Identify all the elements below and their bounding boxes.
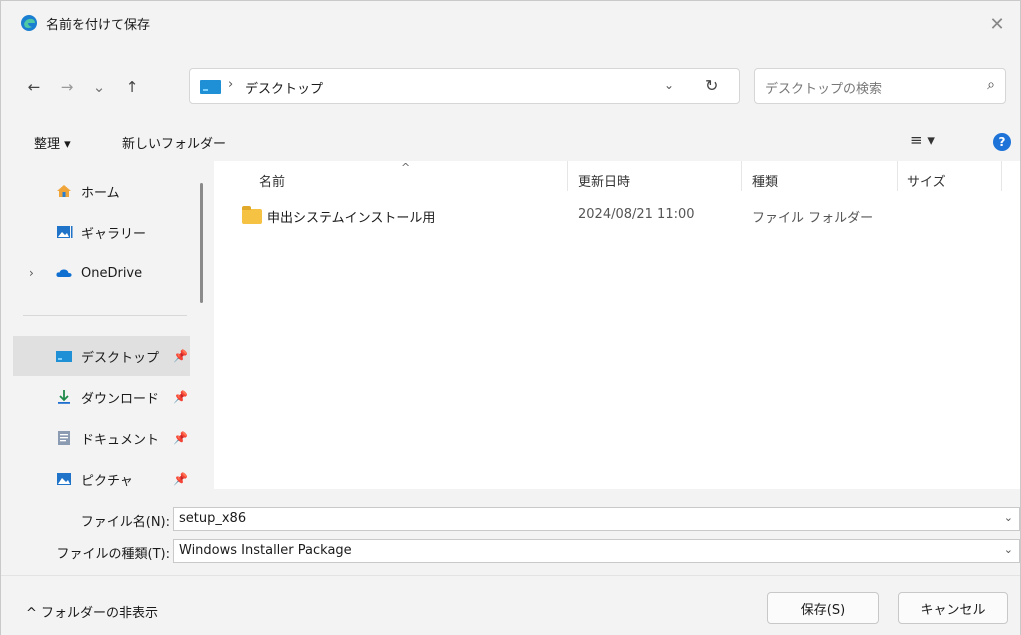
arrow-left-icon: ← <box>27 78 41 96</box>
breadcrumb-desktop[interactable]: デスクトップ <box>245 78 323 97</box>
title-bar: 名前を付けて保存 ✕ <box>1 1 1020 47</box>
close-icon: ✕ <box>989 13 1005 35</box>
back-button[interactable]: ← <box>22 75 46 99</box>
forward-button[interactable]: → <box>55 75 79 99</box>
nav-divider <box>23 315 187 316</box>
navigation-pane: ホーム ギャラリー › OneDrive デスクトップ 📌 ダウンロード 📌 ド… <box>1 161 212 489</box>
search-input[interactable]: デスクトップの検索 <box>765 78 882 97</box>
help-icon[interactable]: ? <box>993 133 1011 151</box>
refresh-icon[interactable]: ↻ <box>705 76 718 95</box>
pin-icon: 📌 <box>173 349 188 363</box>
document-icon <box>58 431 70 445</box>
arrow-right-icon: → <box>60 78 74 96</box>
desktop-icon <box>56 351 72 362</box>
column-header-type[interactable]: 種類 <box>752 171 778 190</box>
filetype-label: ファイルの種類(T): <box>56 547 170 562</box>
close-button[interactable]: ✕ <box>974 1 1020 47</box>
save-button[interactable]: 保存(S) <box>767 592 879 624</box>
new-folder-button[interactable]: 新しいフォルダー <box>122 133 226 152</box>
chevron-down-icon: ⌄ <box>92 78 106 96</box>
view-options-button[interactable]: ≡ ▾ <box>910 131 935 149</box>
nav-item-label: デスクトップ <box>81 350 160 366</box>
column-separator[interactable] <box>897 161 898 191</box>
cloud-icon <box>56 269 72 277</box>
file-name: 申出システムインストール用 <box>267 211 436 226</box>
edge-icon <box>21 15 37 31</box>
nav-item-downloads[interactable]: ダウンロード 📌 <box>13 377 190 417</box>
filetype-select[interactable]: Windows Installer Package ⌄ <box>173 539 1020 563</box>
column-separator[interactable] <box>741 161 742 191</box>
filename-label: ファイル名(N): <box>80 515 170 530</box>
column-separator[interactable] <box>1001 161 1002 191</box>
window-title: 名前を付けて保存 <box>46 18 151 33</box>
filename-value[interactable]: setup_x86 <box>179 511 246 526</box>
save-as-dialog: 名前を付けて保存 ✕ ← → ⌄ ↑ › デスクトップ ⌄ ↻ デスクトップの検… <box>0 0 1021 635</box>
nav-item-label: OneDrive <box>81 265 143 281</box>
gallery-icon <box>57 226 73 238</box>
pin-icon: 📌 <box>173 431 188 445</box>
cancel-button[interactable]: キャンセル <box>898 592 1008 624</box>
nav-item-label: ギャラリー <box>81 226 147 242</box>
search-icon[interactable]: ⌕ <box>987 77 995 93</box>
breadcrumb-separator: › <box>228 77 234 92</box>
arrow-up-icon: ↑ <box>125 78 139 96</box>
nav-item-home[interactable]: ホーム <box>13 171 190 211</box>
nav-scrollbar[interactable] <box>200 183 203 303</box>
file-list: ^ 名前 更新日時 種類 サイズ 申出システムインストール用 2024/08/2… <box>214 161 1020 489</box>
nav-item-label: ダウンロード <box>81 391 160 407</box>
nav-item-label: ドキュメント <box>81 432 160 448</box>
organize-button[interactable]: 整理 ▾ <box>34 133 71 152</box>
sort-ascending-icon: ^ <box>401 161 411 174</box>
navigation-bar: ← → ⌄ ↑ › デスクトップ ⌄ ↻ デスクトップの検索 ⌕ <box>1 56 1020 116</box>
up-button[interactable]: ↑ <box>120 75 144 99</box>
nav-item-gallery[interactable]: ギャラリー <box>13 212 190 252</box>
desktop-icon <box>200 80 221 94</box>
column-header-name[interactable]: 名前 <box>259 171 285 190</box>
table-row[interactable]: 申出システムインストール用 2024/08/21 11:00 ファイル フォルダ… <box>228 201 1008 231</box>
filetype-value[interactable]: Windows Installer Package <box>179 543 352 558</box>
search-box[interactable]: デスクトップの検索 ⌕ <box>754 68 1006 104</box>
address-dropdown-icon[interactable]: ⌄ <box>664 78 674 92</box>
nav-item-label: ホーム <box>81 185 120 201</box>
pin-icon: 📌 <box>173 390 188 404</box>
pin-icon: 📌 <box>173 472 188 486</box>
nav-item-label: ピクチャ <box>81 473 133 489</box>
hide-folders-toggle[interactable]: ^ フォルダーの非表示 <box>26 602 158 621</box>
pictures-icon <box>57 473 71 485</box>
dialog-footer: ^ フォルダーの非表示 保存(S) キャンセル <box>1 575 1020 635</box>
column-header-modified[interactable]: 更新日時 <box>578 171 630 190</box>
file-modified: 2024/08/21 11:00 <box>578 207 695 222</box>
download-icon <box>58 390 70 404</box>
nav-item-documents[interactable]: ドキュメント 📌 <box>13 418 190 458</box>
column-separator[interactable] <box>567 161 568 191</box>
home-icon <box>57 185 71 197</box>
chevron-down-icon[interactable]: ⌄ <box>1004 511 1013 524</box>
command-bar: 整理 ▾ 新しいフォルダー ≡ ▾ ? <box>1 125 1020 159</box>
file-type: ファイル フォルダー <box>752 211 874 226</box>
nav-item-onedrive[interactable]: › OneDrive <box>13 253 190 293</box>
filename-input[interactable]: setup_x86 ⌄ <box>173 507 1020 531</box>
chevron-right-icon[interactable]: › <box>29 266 34 280</box>
nav-item-pictures[interactable]: ピクチャ 📌 <box>13 459 190 489</box>
save-fields: ファイル名(N): setup_x86 ⌄ ファイルの種類(T): Window… <box>1 489 1020 575</box>
chevron-down-icon[interactable]: ⌄ <box>1004 543 1013 556</box>
column-header-size[interactable]: サイズ <box>907 171 946 190</box>
address-bar[interactable]: › デスクトップ ⌄ ↻ <box>189 68 740 104</box>
recent-locations-button[interactable]: ⌄ <box>87 75 111 99</box>
folder-icon <box>242 206 262 224</box>
nav-item-desktop[interactable]: デスクトップ 📌 <box>13 336 190 376</box>
